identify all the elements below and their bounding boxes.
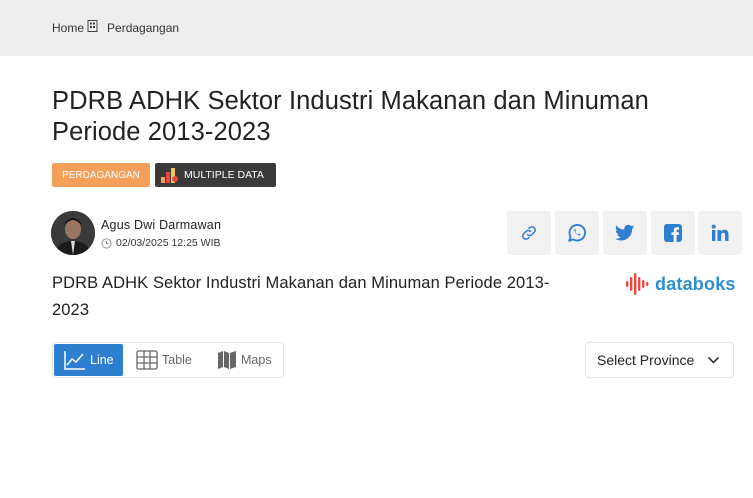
share-twitter-button[interactable] xyxy=(603,211,647,255)
province-select-label: Select Province xyxy=(597,352,695,368)
tab-maps-label: Maps xyxy=(241,353,272,367)
link-icon xyxy=(522,226,536,240)
publish-date: 02/03/2025 12:25 WIB xyxy=(101,237,221,249)
page-title: PDRB ADHK Sektor Industri Makanan dan Mi… xyxy=(52,87,649,146)
twitter-icon xyxy=(615,224,635,241)
chart-title: PDRB ADHK Sektor Industri Makanan dan Mi… xyxy=(52,274,550,319)
province-select[interactable]: Select Province xyxy=(585,342,734,378)
databoks-logo-icon xyxy=(626,273,649,295)
share-whatsapp-button[interactable] xyxy=(555,211,599,255)
tab-table-label: Table xyxy=(162,353,192,367)
multiple-data-icon xyxy=(161,168,178,183)
share-facebook-button[interactable] xyxy=(651,211,695,255)
author-avatar xyxy=(51,211,95,255)
building-icon xyxy=(87,20,98,32)
share-link-button[interactable] xyxy=(507,211,551,255)
facebook-icon xyxy=(664,224,682,242)
chevron-down-icon xyxy=(708,357,719,364)
publish-date-text: 02/03/2025 12:25 WIB xyxy=(116,237,221,249)
chart-view-switch: Line Table Maps xyxy=(52,342,284,378)
breadcrumb: Home Perdagangan xyxy=(52,20,179,35)
breadcrumb-home-link[interactable]: Home xyxy=(52,21,84,35)
clock-icon xyxy=(101,237,112,249)
breadcrumb-bar: Home Perdagangan xyxy=(0,0,753,56)
multiple-data-label: MULTIPLE DATA xyxy=(184,169,264,181)
table-icon xyxy=(136,350,158,370)
tab-maps[interactable]: Maps xyxy=(217,344,281,376)
category-tag[interactable]: PERDAGANGAN xyxy=(52,163,150,187)
person-icon xyxy=(51,211,95,255)
tab-line-label: Line xyxy=(90,353,114,367)
databoks-logo: databoks xyxy=(625,272,736,296)
tab-table[interactable]: Table xyxy=(136,344,200,376)
map-icon xyxy=(218,351,236,369)
databoks-logo-text: databoks xyxy=(655,273,736,294)
whatsapp-icon xyxy=(568,224,586,242)
breadcrumb-current[interactable]: Perdagangan xyxy=(107,21,179,35)
line-chart-icon xyxy=(64,351,85,370)
share-linkedin-button[interactable] xyxy=(698,211,742,255)
linkedin-icon xyxy=(711,224,729,241)
tab-line[interactable]: Line xyxy=(54,344,123,376)
author-name[interactable]: Agus Dwi Darmawan xyxy=(101,218,221,232)
multiple-data-tag[interactable]: MULTIPLE DATA xyxy=(155,163,276,187)
